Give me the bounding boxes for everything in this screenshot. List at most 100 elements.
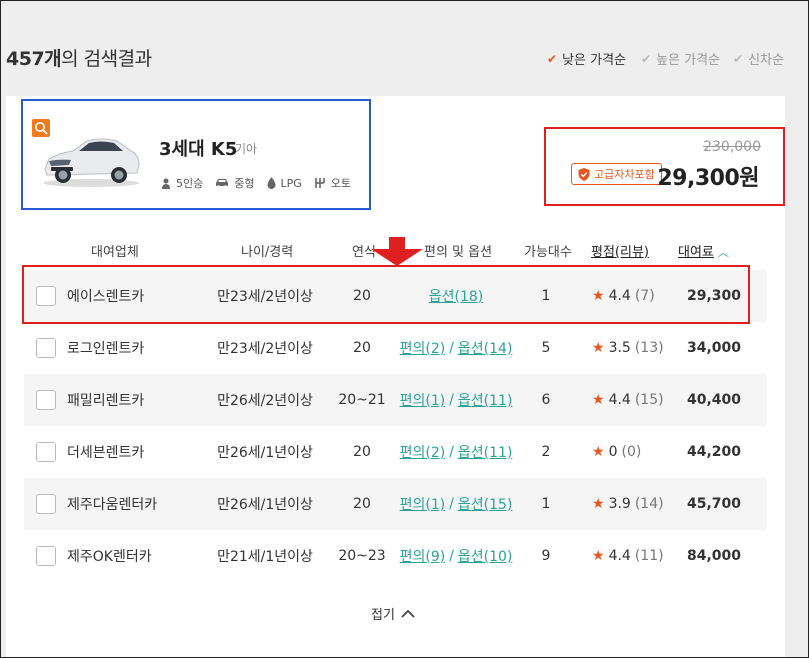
col-header-age: 나이/경력 bbox=[241, 245, 294, 260]
rating-cell: ★ 0 (0) bbox=[592, 426, 641, 478]
results-title-suffix: 의 검색결과 bbox=[61, 48, 152, 70]
car-card[interactable]: 3세대 K5 기아 5인승 중형 LPG 오토 bbox=[21, 99, 371, 210]
company-name: 더세븐렌트카 bbox=[67, 445, 145, 461]
check-icon: ✔ bbox=[733, 51, 744, 66]
car-icon bbox=[216, 179, 229, 188]
rating-cell: ★ 4.4 (15) bbox=[592, 374, 664, 426]
sort-label: 높은 가격순 bbox=[656, 53, 720, 68]
sort-newest[interactable]: ✔ 신차순 bbox=[733, 49, 784, 69]
options-link[interactable]: 옵션(11) bbox=[458, 442, 513, 462]
convenience-link[interactable]: 편의(2) bbox=[400, 442, 446, 462]
star-icon: ★ bbox=[592, 444, 605, 460]
age-requirement: 만21세/1년이상 bbox=[217, 549, 313, 565]
chevron-up-icon bbox=[401, 609, 415, 618]
review-count: (14) bbox=[634, 496, 664, 512]
review-count: (13) bbox=[634, 340, 664, 356]
table-row[interactable]: 제주OK렌터카 만21세/1년이상 20~23 편의(9) / 옵션(10) 9 ★ 4.4 (1… bbox=[24, 530, 767, 582]
options-link[interactable]: 옵션(15) bbox=[458, 494, 513, 514]
spec-seats: 5인승 bbox=[161, 175, 203, 191]
table-row[interactable]: 더세븐렌트카 만26세/1년이상 20 편의(2) / 옵션(11) 2 ★ 0 (0) 44,20… bbox=[24, 426, 767, 478]
fold-button[interactable]: 접기 bbox=[371, 604, 415, 623]
available-count: 2 bbox=[541, 444, 551, 460]
rating-value: 3.5 bbox=[608, 340, 631, 356]
available-count: 5 bbox=[541, 340, 551, 356]
car-image bbox=[43, 138, 140, 187]
company-name: 제주다움렌터카 bbox=[67, 497, 158, 513]
check-icon: ✔ bbox=[547, 51, 558, 66]
age-requirement: 만26세/1년이상 bbox=[217, 497, 313, 513]
sort-low-price[interactable]: ✔ 낮은 가격순 bbox=[547, 49, 626, 69]
convenience-link[interactable]: 편의(1) bbox=[400, 494, 446, 514]
car-maker: 기아 bbox=[235, 142, 258, 156]
col-header-fee[interactable]: 대여료 ︿ bbox=[678, 241, 729, 260]
separator: / bbox=[449, 340, 454, 356]
check-icon: ✔ bbox=[641, 51, 652, 66]
star-icon: ★ bbox=[592, 496, 605, 512]
gear-shift-icon bbox=[314, 178, 325, 188]
options-cell: 편의(1) / 옵션(15) bbox=[386, 478, 526, 530]
fold-label: 접기 bbox=[371, 608, 395, 623]
left-gutter bbox=[1, 96, 6, 657]
star-icon: ★ bbox=[592, 548, 605, 564]
row-checkbox[interactable] bbox=[36, 546, 56, 566]
convenience-link[interactable]: 편의(9) bbox=[400, 546, 446, 566]
shield-check-icon bbox=[578, 167, 590, 181]
col-header-count: 가능대수 bbox=[524, 245, 572, 260]
car-name: 3세대 K5 bbox=[159, 139, 238, 160]
col-header-fee-label: 대여료 bbox=[678, 245, 714, 260]
col-header-options: 편의 및 옵션 bbox=[424, 245, 493, 260]
spec-transmission: 오토 bbox=[314, 175, 351, 191]
rental-fee: 34,000 bbox=[686, 340, 741, 356]
col-header-rating[interactable]: 평점(리뷰) bbox=[591, 241, 649, 260]
table-row[interactable]: 패밀리렌트카 만26세/2년이상 20~21 편의(1) / 옵션(11) 6 ★ 4.4 (15… bbox=[24, 374, 767, 426]
row-checkbox[interactable] bbox=[36, 390, 56, 410]
rating-value: 4.4 bbox=[608, 548, 631, 564]
spec-seats-label: 5인승 bbox=[176, 177, 204, 190]
results-count: 457개 bbox=[6, 48, 62, 70]
results-title: 457개의 검색결과 bbox=[6, 44, 152, 71]
age-requirement: 만26세/2년이상 bbox=[217, 393, 313, 409]
rental-fee: 44,200 bbox=[686, 444, 741, 460]
rental-fee: 45,700 bbox=[686, 496, 741, 512]
options-link[interactable]: 옵션(11) bbox=[458, 390, 513, 410]
spec-fuel: LPG bbox=[266, 176, 302, 190]
rental-fee: 40,400 bbox=[686, 392, 741, 408]
star-icon: ★ bbox=[592, 392, 605, 408]
separator: / bbox=[449, 548, 454, 564]
convenience-link[interactable]: 편의(1) bbox=[400, 390, 446, 410]
options-link[interactable]: 옵션(10) bbox=[458, 546, 513, 566]
review-count: (11) bbox=[634, 548, 664, 564]
person-icon bbox=[162, 178, 170, 189]
original-price: 230,000 bbox=[703, 139, 761, 155]
sort-high-price[interactable]: ✔ 높은 가격순 bbox=[641, 49, 720, 69]
options-cell: 편의(9) / 옵션(10) bbox=[386, 530, 526, 582]
rental-fee: 84,000 bbox=[686, 548, 741, 564]
chevron-up-icon: ︿ bbox=[717, 246, 729, 259]
options-cell: 편의(2) / 옵션(11) bbox=[386, 426, 526, 478]
company-name: 제주OK렌터카 bbox=[67, 549, 152, 565]
table-row[interactable]: 제주다움렌터카 만26세/1년이상 20 편의(1) / 옵션(15) 1 ★ 3.9 (14) 4… bbox=[24, 478, 767, 530]
options-cell: 편의(1) / 옵션(11) bbox=[386, 374, 526, 426]
review-count: (15) bbox=[634, 392, 664, 408]
table-row[interactable]: 로그인렌트카 만23세/2년이상 20 편의(2) / 옵션(14) 5 ★ 3.5 (13) 34… bbox=[24, 322, 767, 374]
convenience-link[interactable]: 편의(2) bbox=[400, 338, 446, 358]
available-count: 6 bbox=[541, 392, 551, 408]
badge-label: 고급자차포함 bbox=[594, 168, 655, 181]
company-name: 패밀리렌트카 bbox=[67, 393, 145, 409]
row-checkbox[interactable] bbox=[36, 338, 56, 358]
fuel-drop-icon bbox=[266, 177, 276, 189]
red-arrow-down-icon bbox=[371, 237, 423, 266]
row-checkbox[interactable] bbox=[36, 442, 56, 462]
company-name: 로그인렌트카 bbox=[67, 341, 145, 357]
separator: / bbox=[449, 444, 454, 460]
rating-cell: ★ 3.5 (13) bbox=[592, 322, 664, 374]
col-header-company: 대여업체 bbox=[91, 245, 139, 260]
spec-fuel-label: LPG bbox=[280, 176, 302, 190]
options-link[interactable]: 옵션(14) bbox=[458, 338, 513, 358]
right-gutter bbox=[785, 96, 808, 657]
price-box: 230,000 고급자차포함 29,300원 bbox=[544, 127, 785, 206]
row-checkbox[interactable] bbox=[36, 494, 56, 514]
rating-cell: ★ 4.4 (11) bbox=[592, 530, 664, 582]
spec-transmission-label: 오토 bbox=[330, 177, 352, 190]
age-requirement: 만26세/1년이상 bbox=[217, 445, 313, 461]
